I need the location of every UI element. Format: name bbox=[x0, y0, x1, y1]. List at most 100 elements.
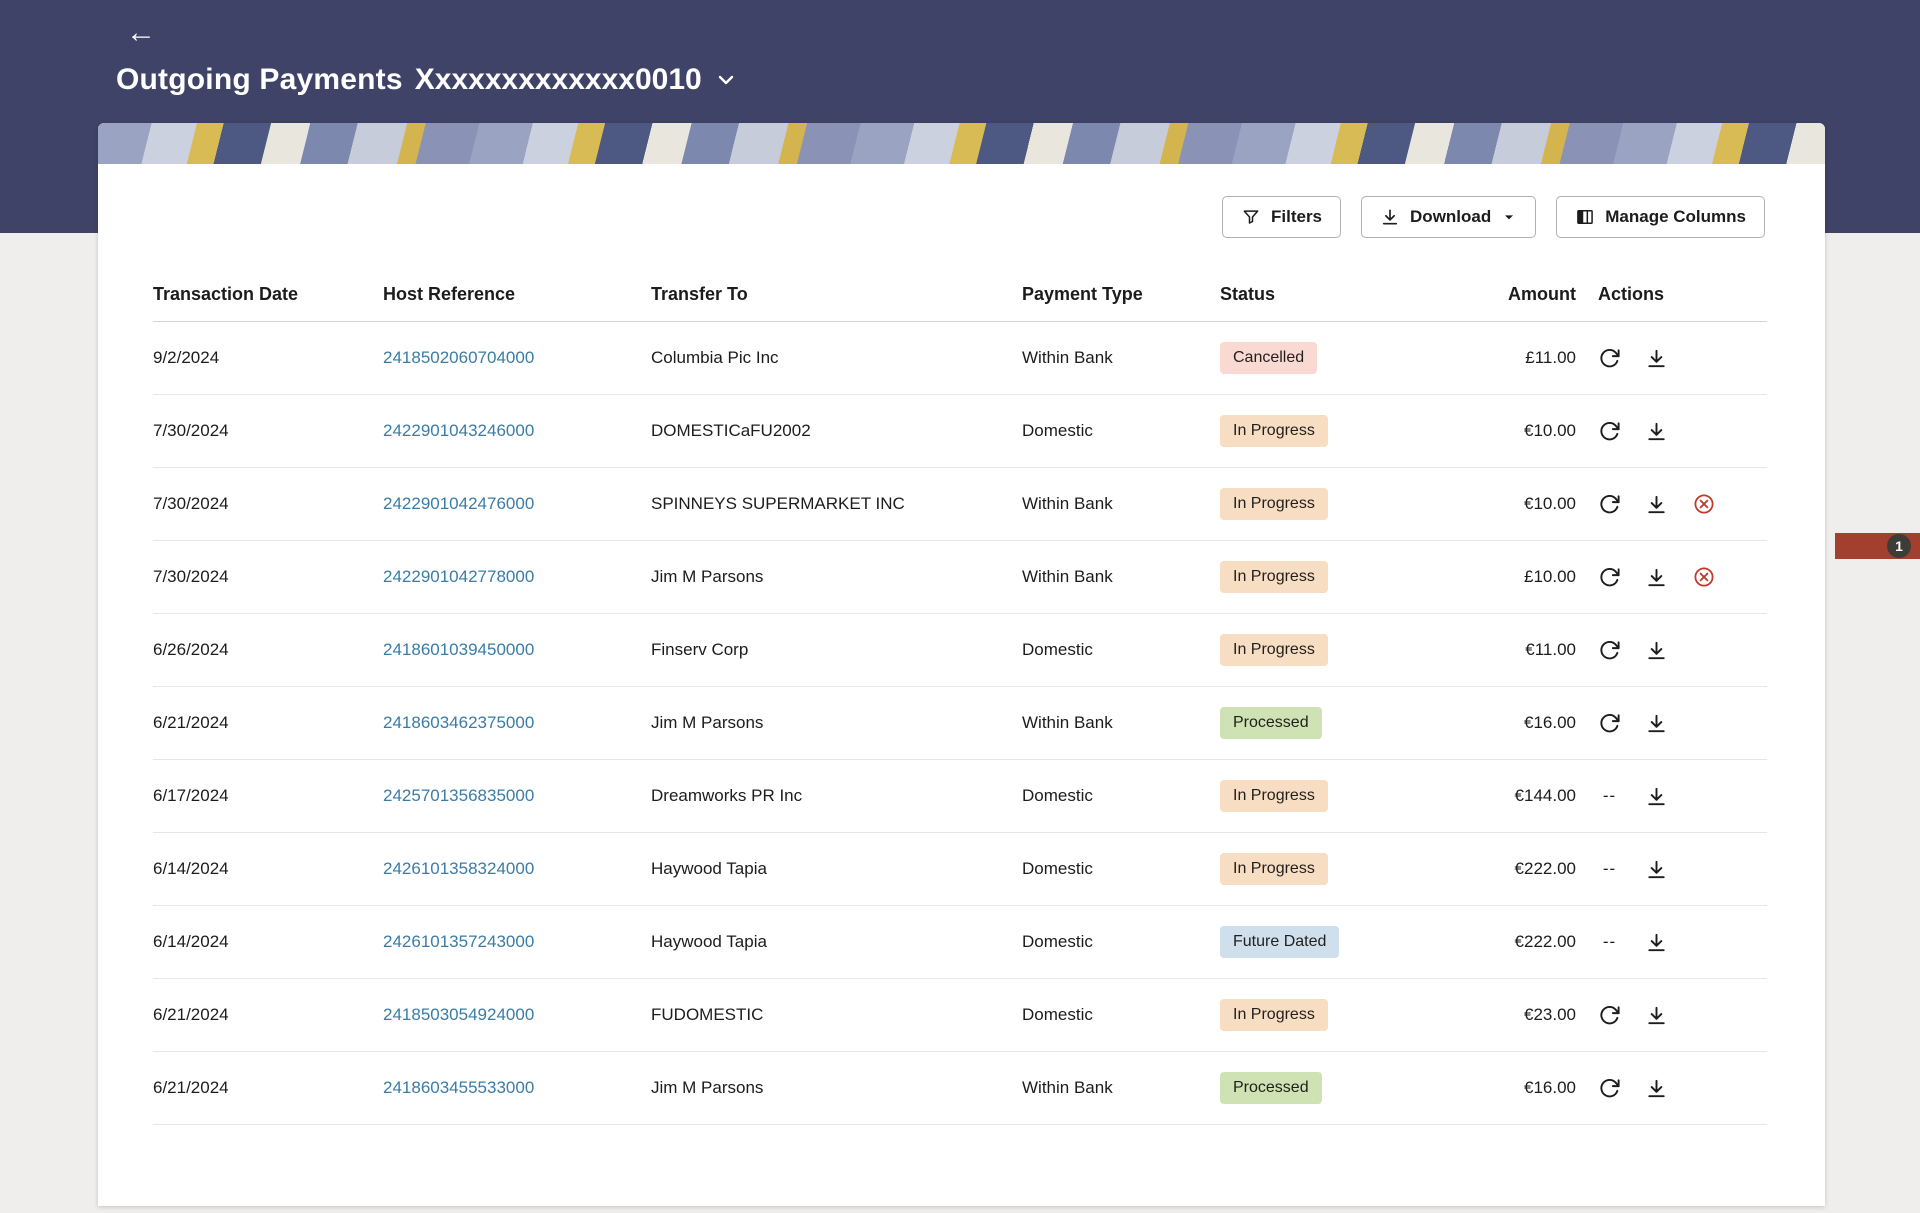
manage-columns-button[interactable]: Manage Columns bbox=[1556, 196, 1765, 238]
page-title-row: Outgoing Payments Xxxxxxxxxxxxx0010 bbox=[116, 62, 738, 97]
refresh-icon[interactable] bbox=[1598, 420, 1621, 443]
cell-transfer-to: Haywood Tapia bbox=[651, 859, 1022, 879]
host-reference-link[interactable]: 2422901042476000 bbox=[383, 494, 534, 513]
cell-transaction-date: 6/21/2024 bbox=[153, 1005, 383, 1025]
download-action-icon[interactable] bbox=[1645, 493, 1668, 516]
host-reference-link[interactable]: 2418503054924000 bbox=[383, 1005, 534, 1024]
cell-transfer-to: SPINNEYS SUPERMARKET INC bbox=[651, 494, 1022, 514]
host-reference-link[interactable]: 2418603455533000 bbox=[383, 1078, 534, 1097]
cell-transfer-to: FUDOMESTIC bbox=[651, 1005, 1022, 1025]
cell-payment-type: Within Bank bbox=[1022, 348, 1220, 368]
download-action-icon[interactable] bbox=[1645, 639, 1668, 662]
cell-transaction-date: 6/21/2024 bbox=[153, 713, 383, 733]
manage-columns-button-label: Manage Columns bbox=[1605, 207, 1746, 227]
host-reference-link[interactable]: 2422901043246000 bbox=[383, 421, 534, 440]
no-action-dashes: -- bbox=[1598, 786, 1621, 806]
toolbar: Filters Download Manage Columns bbox=[98, 164, 1825, 238]
cell-transaction-date: 7/30/2024 bbox=[153, 567, 383, 587]
cell-amount: €23.00 bbox=[1443, 1005, 1576, 1025]
status-badge: In Progress bbox=[1220, 634, 1328, 665]
table-row: 6/14/2024 2426101358324000 Haywood Tapia… bbox=[153, 833, 1767, 906]
download-icon bbox=[1380, 207, 1400, 227]
refresh-icon[interactable] bbox=[1598, 712, 1621, 735]
page-title: Outgoing Payments bbox=[116, 63, 403, 97]
download-action-icon[interactable] bbox=[1645, 785, 1668, 808]
cell-transfer-to: Jim M Parsons bbox=[651, 713, 1022, 733]
host-reference-link[interactable]: 2418601039450000 bbox=[383, 640, 534, 659]
cancel-payment-icon[interactable] bbox=[1692, 492, 1716, 516]
table-row: 7/30/2024 2422901043246000 DOMESTICaFU20… bbox=[153, 395, 1767, 468]
column-header-actions: Actions bbox=[1576, 284, 1767, 305]
download-button-label: Download bbox=[1410, 207, 1491, 227]
cell-transaction-date: 6/17/2024 bbox=[153, 786, 383, 806]
cell-payment-type: Within Bank bbox=[1022, 567, 1220, 587]
table-row: 7/30/2024 2422901042778000 Jim M Parsons… bbox=[153, 541, 1767, 614]
cancel-payment-icon[interactable] bbox=[1692, 565, 1716, 589]
refresh-icon[interactable] bbox=[1598, 347, 1621, 370]
download-action-icon[interactable] bbox=[1645, 566, 1668, 589]
cell-transfer-to: Dreamworks PR Inc bbox=[651, 786, 1022, 806]
refresh-icon[interactable] bbox=[1598, 1077, 1621, 1100]
cell-actions bbox=[1576, 492, 1767, 516]
cell-amount: €144.00 bbox=[1443, 786, 1576, 806]
cell-amount: £11.00 bbox=[1443, 348, 1576, 368]
refresh-icon[interactable] bbox=[1598, 493, 1621, 516]
status-badge: Processed bbox=[1220, 707, 1322, 738]
cell-amount: €11.00 bbox=[1443, 640, 1576, 660]
cell-payment-type: Within Bank bbox=[1022, 494, 1220, 514]
cell-transaction-date: 6/14/2024 bbox=[153, 932, 383, 952]
host-reference-link[interactable]: 2426101358324000 bbox=[383, 859, 534, 878]
cell-transaction-date: 6/26/2024 bbox=[153, 640, 383, 660]
cell-amount: €222.00 bbox=[1443, 859, 1576, 879]
cell-payment-type: Within Bank bbox=[1022, 713, 1220, 733]
download-button[interactable]: Download bbox=[1361, 196, 1536, 238]
cell-payment-type: Domestic bbox=[1022, 421, 1220, 441]
cell-payment-type: Domestic bbox=[1022, 786, 1220, 806]
status-badge: In Progress bbox=[1220, 561, 1328, 592]
filters-button-label: Filters bbox=[1271, 207, 1322, 227]
cell-actions bbox=[1576, 565, 1767, 589]
cell-transaction-date: 9/2/2024 bbox=[153, 348, 383, 368]
table-header-row: Transaction DateHost ReferenceTransfer T… bbox=[153, 268, 1767, 322]
download-action-icon[interactable] bbox=[1645, 1004, 1668, 1027]
download-action-icon[interactable] bbox=[1645, 931, 1668, 954]
cell-actions bbox=[1576, 639, 1767, 662]
cell-payment-type: Domestic bbox=[1022, 640, 1220, 660]
host-reference-link[interactable]: 2422901042778000 bbox=[383, 567, 534, 586]
download-action-icon[interactable] bbox=[1645, 347, 1668, 370]
account-chevron-down-icon[interactable] bbox=[714, 68, 738, 97]
refresh-icon[interactable] bbox=[1598, 566, 1621, 589]
column-header-status: Status bbox=[1220, 284, 1443, 305]
cell-actions bbox=[1576, 1004, 1767, 1027]
table-row: 6/14/2024 2426101357243000 Haywood Tapia… bbox=[153, 906, 1767, 979]
cell-transaction-date: 7/30/2024 bbox=[153, 421, 383, 441]
cell-actions bbox=[1576, 420, 1767, 443]
download-action-icon[interactable] bbox=[1645, 712, 1668, 735]
annotation-marker-strip: 1 bbox=[1835, 533, 1920, 559]
cell-transfer-to: Haywood Tapia bbox=[651, 932, 1022, 952]
host-reference-link[interactable]: 2418502060704000 bbox=[383, 348, 534, 367]
host-reference-link[interactable]: 2418603462375000 bbox=[383, 713, 534, 732]
column-header-transfer-to: Transfer To bbox=[651, 284, 1022, 305]
cell-transfer-to: Jim M Parsons bbox=[651, 1078, 1022, 1098]
table-row: 6/17/2024 2425701356835000 Dreamworks PR… bbox=[153, 760, 1767, 833]
cell-actions bbox=[1576, 347, 1767, 370]
download-action-icon[interactable] bbox=[1645, 420, 1668, 443]
refresh-icon[interactable] bbox=[1598, 1004, 1621, 1027]
cell-actions: -- bbox=[1576, 931, 1767, 954]
status-badge: In Progress bbox=[1220, 853, 1328, 884]
cell-payment-type: Within Bank bbox=[1022, 1078, 1220, 1098]
no-action-dashes: -- bbox=[1598, 932, 1621, 952]
table-row: 6/21/2024 2418603455533000 Jim M Parsons… bbox=[153, 1052, 1767, 1125]
host-reference-link[interactable]: 2426101357243000 bbox=[383, 932, 534, 951]
cell-actions bbox=[1576, 712, 1767, 735]
back-arrow-icon[interactable]: ← bbox=[126, 18, 156, 48]
download-action-icon[interactable] bbox=[1645, 858, 1668, 881]
no-action-dashes: -- bbox=[1598, 859, 1621, 879]
host-reference-link[interactable]: 2425701356835000 bbox=[383, 786, 534, 805]
status-badge: Cancelled bbox=[1220, 342, 1317, 373]
filters-button[interactable]: Filters bbox=[1222, 196, 1341, 238]
refresh-icon[interactable] bbox=[1598, 639, 1621, 662]
download-action-icon[interactable] bbox=[1645, 1077, 1668, 1100]
download-chevron-down-icon bbox=[1501, 209, 1517, 225]
